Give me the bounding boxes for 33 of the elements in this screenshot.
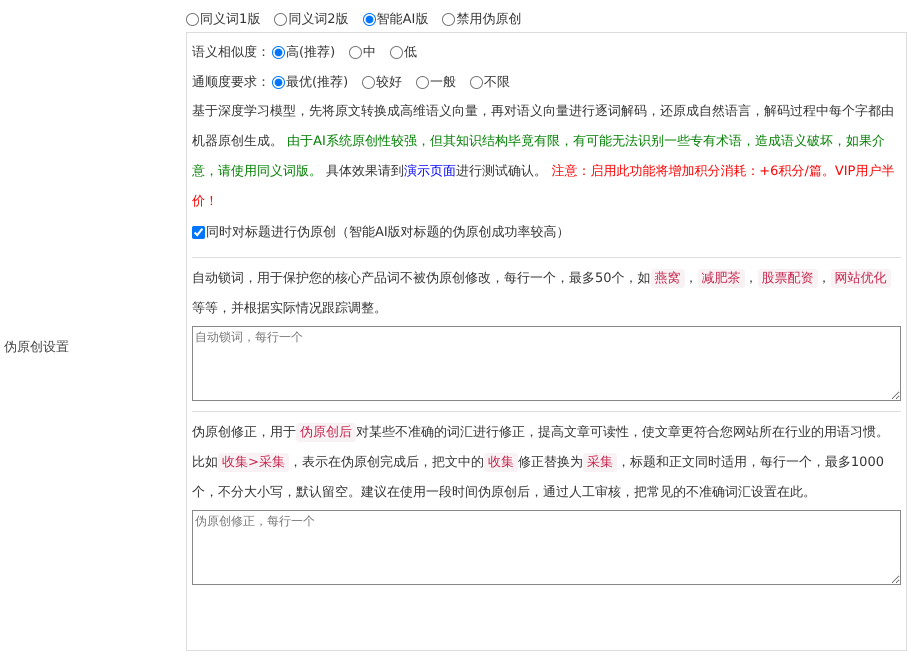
radio-button[interactable] [442, 12, 456, 26]
radio-label: 高(推荐) [286, 44, 336, 61]
field-label: 语义相似度： [192, 44, 270, 61]
radio-label: 禁用伪原创 [456, 11, 522, 28]
radio-button[interactable] [362, 12, 376, 26]
radio-label: 最优(推荐) [286, 74, 348, 91]
auto-lock-input-field[interactable]: 自动锁词，每行一个 [192, 326, 901, 401]
radio-button[interactable] [470, 76, 484, 88]
correction-input-field[interactable]: 伪原创修正，每行一个 [192, 510, 901, 585]
radio-button[interactable] [362, 76, 376, 88]
radio-label: 不限 [484, 74, 510, 91]
description-text: 自动锁词，用于保护您的核心产品词不被伪原创修改，每行一个，最多50个，如 燕窝 ， 减肥茶 ， 股票配资 ， 网站优化 等等，并根据实际情况跟踪调整。 [192, 264, 901, 324]
radio-button[interactable] [349, 46, 362, 58]
radio-label: 中 [363, 44, 376, 61]
radio-button[interactable] [272, 76, 285, 88]
radio-label: 一般 [430, 74, 456, 91]
radio-button[interactable] [186, 12, 199, 26]
checkbox-label: 同时对标题进行伪原创（智能AI版对标题的伪原创成功率较高） [206, 224, 570, 241]
radio-label: 同义词2版 [288, 11, 349, 28]
radio-label: 同义词1版 [200, 11, 260, 28]
radio-label: 智能AI版 [376, 11, 428, 28]
radio-button[interactable] [416, 76, 430, 88]
checkbox[interactable] [192, 226, 205, 238]
description-text: 伪原创修正，用于 伪原创后 对某些不准确的词汇进行修正，提高文章可读性，使文章更符合您网站所在行业的用语习惯。比如 收集>采集 ，表示在伪原创完成后，把文中的 收集 修正替换为 采集 ，标题和正文同时适用，每行一个，最多1000个，不分大小写，默认留空。建议在使用一段时间伪原创后，通过人工审核，把常见的不准确词汇设置在此。 [192, 422, 890, 502]
description-text: 基于深度学习模型，先将原文转换成高维语义向量，再对语义向量进行逐词解码，还原成自然语言，解码过程中每个字都由机器原创生成。 由于AI系统原创性较强，但其知识结构毕竟有限，有可能无法识别一些专有术语，造成语义破坏，如果介意，请使用同义词版。 具体效果请到演示页面进行测试确认。 注意：启用此功能将增加积分消耗：+6积分/篇。VIP用户半价！ [192, 103, 896, 211]
field-label: 通顺度要求： [192, 74, 270, 91]
radio-button[interactable] [272, 46, 285, 58]
demo-page-link[interactable]: 演示页面 [404, 164, 456, 179]
radio-button[interactable] [274, 12, 288, 26]
radio-label: 较好 [376, 74, 402, 91]
radio-button[interactable] [390, 46, 404, 58]
radio-label: 低 [404, 44, 418, 61]
section-label: 伪原创设置 [4, 339, 69, 356]
